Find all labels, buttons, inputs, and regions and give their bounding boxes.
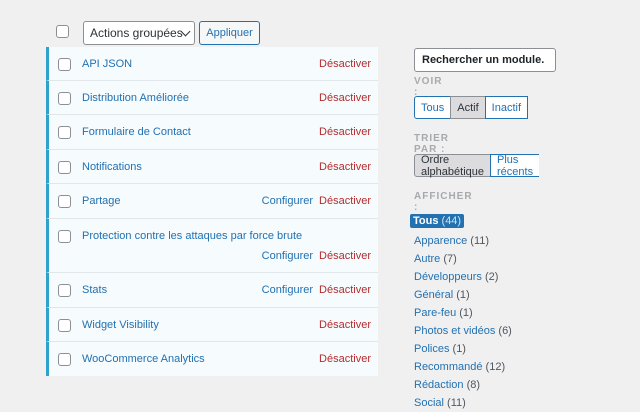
module-name-link[interactable]: Formulaire de Contact: [82, 126, 191, 138]
configure-link[interactable]: Configurer: [262, 284, 313, 296]
module-checkbox[interactable]: [58, 230, 71, 243]
module-checkbox[interactable]: [58, 353, 71, 366]
module-checkbox[interactable]: [58, 126, 71, 139]
deactivate-link[interactable]: Désactiver: [319, 161, 371, 173]
module-row: Distribution Améliorée Désactiver: [46, 81, 378, 115]
module-checkbox[interactable]: [58, 284, 71, 297]
configure-link[interactable]: Configurer: [262, 250, 313, 262]
sort-heading: TRIER PAR :: [414, 133, 449, 155]
search-input[interactable]: Rechercher un module.: [414, 48, 556, 72]
category-link[interactable]: Pare-feu (1): [414, 307, 473, 319]
module-name-link[interactable]: WooCommerce Analytics: [82, 353, 205, 365]
module-list: API JSON Désactiver Distribution Amélior…: [46, 47, 378, 376]
category-link[interactable]: Social (11): [414, 397, 466, 409]
module-name-link[interactable]: Protection contre les attaques par force…: [82, 230, 302, 242]
category-link[interactable]: Autre (7): [414, 253, 457, 265]
view-active-button[interactable]: Actif: [450, 96, 486, 119]
apply-button[interactable]: Appliquer: [199, 21, 260, 45]
deactivate-link[interactable]: Désactiver: [319, 319, 371, 331]
deactivate-link[interactable]: Désactiver: [319, 250, 371, 262]
module-row: WooCommerce Analytics Désactiver: [46, 342, 378, 376]
module-row: Protection contre les attaques par force…: [46, 219, 378, 273]
deactivate-link[interactable]: Désactiver: [319, 195, 371, 207]
module-name-link[interactable]: Widget Visibility: [82, 319, 159, 331]
deactivate-link[interactable]: Désactiver: [319, 126, 371, 138]
module-checkbox[interactable]: [58, 161, 71, 174]
select-all-checkbox[interactable]: [56, 25, 69, 38]
module-row: Formulaire de Contact Désactiver: [46, 115, 378, 150]
module-row: API JSON Désactiver: [46, 47, 378, 81]
category-link[interactable]: Général (1): [414, 289, 470, 301]
module-checkbox[interactable]: [58, 319, 71, 332]
bulk-actions-select[interactable]: Actions groupées: [83, 21, 195, 45]
sort-group: Ordre alphabétique Plus récents: [414, 154, 540, 178]
module-name-link[interactable]: Partage: [82, 195, 121, 207]
view-inactive-button[interactable]: Inactif: [484, 96, 529, 119]
deactivate-link[interactable]: Désactiver: [319, 353, 371, 365]
view-all-button[interactable]: Tous: [414, 96, 452, 119]
module-row: Notifications Désactiver: [46, 150, 378, 184]
view-heading: VOIR :: [414, 76, 443, 98]
bulk-actions-label: Actions groupées: [90, 26, 183, 40]
category-link[interactable]: Développeurs (2): [414, 271, 498, 283]
module-row: Stats Configurer Désactiver: [46, 273, 378, 308]
module-name-link[interactable]: Distribution Améliorée: [82, 92, 189, 104]
module-checkbox[interactable]: [58, 92, 71, 105]
show-heading: AFFICHER :: [414, 191, 473, 213]
category-link[interactable]: Photos et vidéos (6): [414, 325, 512, 337]
module-name-link[interactable]: API JSON: [82, 58, 132, 70]
category-link-all[interactable]: Tous (44): [410, 214, 465, 228]
category-link[interactable]: Apparence (11): [414, 235, 489, 247]
module-row: Widget Visibility Désactiver: [46, 308, 378, 342]
module-row: Partage Configurer Désactiver: [46, 184, 378, 219]
category-link[interactable]: Polices (1): [414, 343, 466, 355]
deactivate-link[interactable]: Désactiver: [319, 92, 371, 104]
module-name-link[interactable]: Stats: [82, 284, 107, 296]
category-link[interactable]: Rédaction (8): [414, 379, 480, 391]
module-checkbox[interactable]: [58, 58, 71, 71]
category-link[interactable]: Recommandé (12): [414, 361, 505, 373]
configure-link[interactable]: Configurer: [262, 195, 313, 207]
deactivate-link[interactable]: Désactiver: [319, 58, 371, 70]
module-name-link[interactable]: Notifications: [82, 161, 142, 173]
module-checkbox[interactable]: [58, 195, 71, 208]
deactivate-link[interactable]: Désactiver: [319, 284, 371, 296]
view-filter-group: Tous Actif Inactif: [414, 96, 529, 119]
sort-newest-button[interactable]: Plus récents: [490, 154, 540, 178]
sort-alphabetical-button[interactable]: Ordre alphabétique: [414, 154, 491, 178]
